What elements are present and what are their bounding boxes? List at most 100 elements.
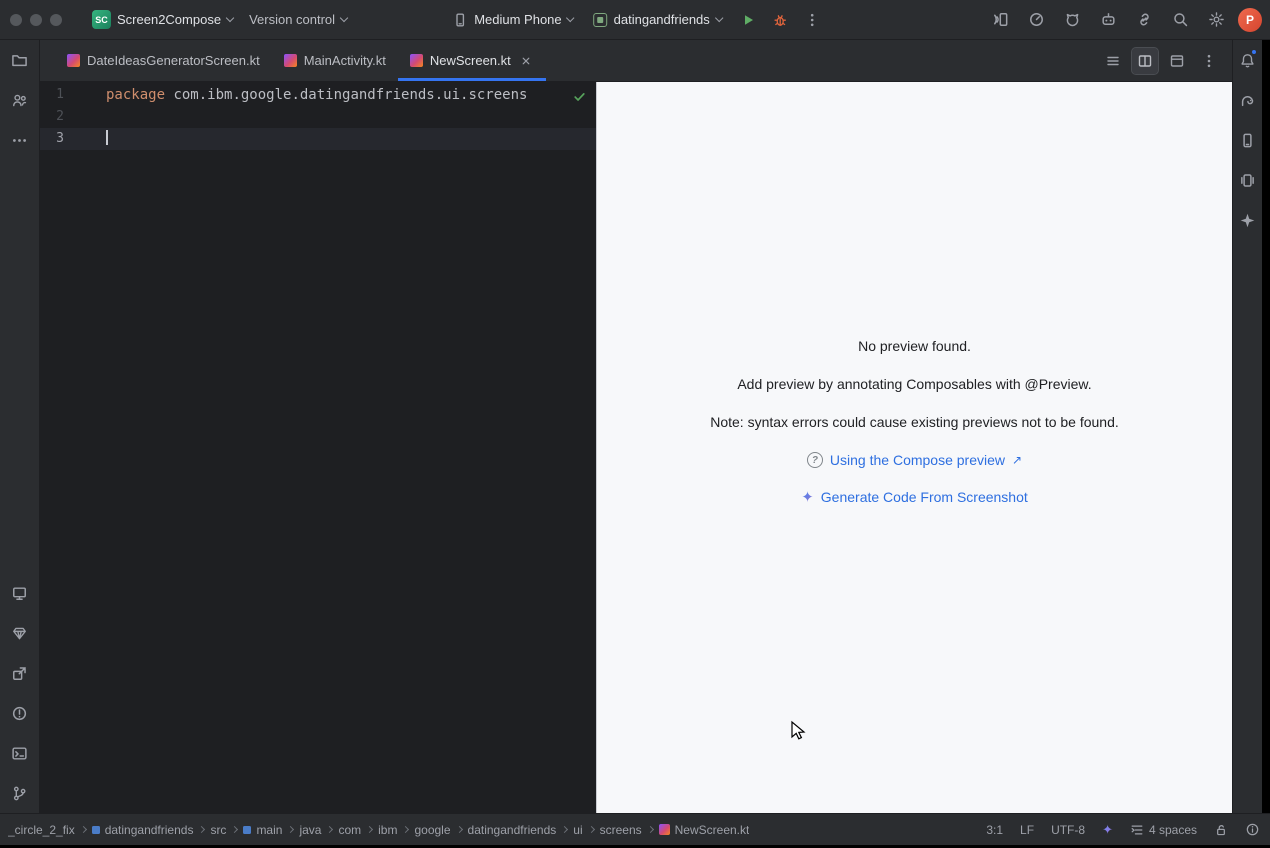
status-bar-widgets: 3:1 LF UTF-8 ✦ 4 spaces xyxy=(986,822,1260,838)
compose-preview-doc-link[interactable]: Using the Compose preview xyxy=(830,452,1005,468)
title-bar: SC Screen2Compose Version control Medium… xyxy=(0,0,1270,40)
compose-preview-panel: No preview found. Add preview by annotat… xyxy=(596,82,1232,813)
device-selector[interactable]: Medium Phone xyxy=(444,8,581,32)
run-config-label: datingandfriends xyxy=(614,12,710,27)
tab-label: DateIdeasGeneratorScreen.kt xyxy=(87,53,260,68)
breadcrumb-item[interactable]: datingandfriends xyxy=(92,823,194,837)
gemini-tool-button[interactable] xyxy=(1233,200,1263,240)
tab-newscreen[interactable]: NewScreen.kt xyxy=(398,40,546,81)
problems-icon xyxy=(11,705,28,722)
debug-button[interactable] xyxy=(766,6,794,34)
version-control-menu[interactable]: Version control xyxy=(241,8,355,31)
window-controls xyxy=(10,14,62,26)
breadcrumb-item[interactable]: java xyxy=(299,823,321,837)
line-separator-widget[interactable]: LF xyxy=(1020,823,1034,837)
git-branch-icon xyxy=(11,785,28,802)
breadcrumb-item[interactable]: ibm xyxy=(378,823,397,837)
search-everywhere-button[interactable] xyxy=(1166,6,1194,34)
view-design-button[interactable] xyxy=(1164,48,1190,74)
gem-icon xyxy=(11,625,28,642)
run-config-selector[interactable]: datingandfriends xyxy=(586,8,730,31)
device-manager-tool-button[interactable] xyxy=(1233,120,1263,160)
window-close-button[interactable] xyxy=(10,14,22,26)
studio-bot-button[interactable] xyxy=(1094,6,1122,34)
code-editor[interactable]: 1 package com.ibm.google.datingandfriend… xyxy=(40,82,596,813)
editor-line[interactable]: 1 package com.ibm.google.datingandfriend… xyxy=(40,84,596,106)
view-split-button[interactable] xyxy=(1132,48,1158,74)
breadcrumb: _circle_2_fix datingandfriends src main … xyxy=(8,823,749,837)
tab-mainactivity[interactable]: MainActivity.kt xyxy=(272,40,398,81)
app-quality-insights-tool-button[interactable] xyxy=(0,653,40,693)
more-run-actions-button[interactable] xyxy=(798,6,826,34)
breadcrumb-item[interactable]: screens xyxy=(600,823,642,837)
editor-line-caret[interactable]: 3 xyxy=(40,128,596,150)
tab-dateideasgeneratorscreen[interactable]: DateIdeasGeneratorScreen.kt xyxy=(55,40,272,81)
breadcrumb-item[interactable]: com xyxy=(338,823,361,837)
more-tool-windows-button[interactable] xyxy=(0,120,40,160)
window-zoom-button[interactable] xyxy=(50,14,62,26)
generate-code-from-screenshot-link[interactable]: Generate Code From Screenshot xyxy=(821,489,1028,505)
breadcrumb-item[interactable]: src xyxy=(210,823,226,837)
breadcrumb-separator-icon xyxy=(561,826,568,833)
pull-requests-tool-button[interactable] xyxy=(0,80,40,120)
breadcrumb-item[interactable]: google xyxy=(414,823,450,837)
editor-line[interactable]: 2 xyxy=(40,106,596,128)
status-info-widget[interactable] xyxy=(1245,822,1260,837)
chevron-down-icon xyxy=(340,14,348,22)
running-devices-tool-button[interactable] xyxy=(0,573,40,613)
external-link-icon: ↗ xyxy=(1012,453,1022,467)
notifications-button[interactable] xyxy=(1233,40,1263,80)
project-icon: SC xyxy=(92,10,111,29)
breadcrumb-item[interactable]: NewScreen.kt xyxy=(659,823,750,837)
version-control-label: Version control xyxy=(249,12,335,27)
user-avatar[interactable]: P xyxy=(1238,8,1262,32)
encoding-widget[interactable]: UTF-8 xyxy=(1051,823,1085,837)
breadcrumb-item[interactable]: ui xyxy=(573,823,582,837)
gradle-icon xyxy=(1239,92,1256,109)
link-icon xyxy=(1136,11,1153,28)
editor-options-button[interactable] xyxy=(1196,48,1222,74)
editor-tab-bar: DateIdeasGeneratorScreen.kt MainActivity… xyxy=(40,40,1232,82)
left-tool-window-bar xyxy=(0,40,40,813)
profiler-button[interactable] xyxy=(1022,6,1050,34)
dependencies-tool-button[interactable] xyxy=(0,613,40,653)
tab-close-button[interactable] xyxy=(518,53,534,69)
view-code-button[interactable] xyxy=(1100,48,1126,74)
problems-tool-button[interactable] xyxy=(0,693,40,733)
caret-position-widget[interactable]: 3:1 xyxy=(986,823,1003,837)
run-button[interactable] xyxy=(734,6,762,34)
split-view-icon xyxy=(1137,53,1153,69)
link-assistant-button[interactable] xyxy=(1130,6,1158,34)
terminal-tool-button[interactable] xyxy=(0,733,40,773)
breadcrumb-item[interactable]: datingandfriends xyxy=(468,823,557,837)
project-selector[interactable]: SC Screen2Compose xyxy=(84,6,241,33)
box-arrow-icon xyxy=(11,665,28,682)
bug-icon xyxy=(772,12,788,28)
scrollbar-strip[interactable] xyxy=(1262,40,1270,813)
project-tool-button[interactable] xyxy=(0,40,40,80)
chevron-down-icon xyxy=(715,14,723,22)
gradle-tool-button[interactable] xyxy=(1233,80,1263,120)
chevron-down-icon xyxy=(566,14,574,22)
write-access-widget[interactable] xyxy=(1214,823,1228,837)
indent-widget[interactable]: 4 spaces xyxy=(1130,823,1197,837)
breadcrumb-item[interactable]: main xyxy=(243,823,282,837)
ai-sparkle-icon[interactable]: ✦ xyxy=(1102,822,1113,838)
module-icon xyxy=(243,826,251,834)
logcat-button[interactable] xyxy=(1058,6,1086,34)
breadcrumb-item[interactable]: _circle_2_fix xyxy=(8,823,75,837)
version-control-tool-button[interactable] xyxy=(0,773,40,813)
settings-button[interactable] xyxy=(1202,6,1230,34)
emulator-icon xyxy=(1239,172,1256,189)
play-icon xyxy=(740,12,756,28)
breadcrumb-separator-icon xyxy=(198,826,205,833)
gemini-sparkle-icon xyxy=(1239,212,1256,229)
app-module-icon xyxy=(594,13,608,27)
more-vertical-icon xyxy=(1201,53,1217,69)
inspections-widget[interactable] xyxy=(572,89,587,104)
device-mirror-button[interactable] xyxy=(986,6,1014,34)
window-minimize-button[interactable] xyxy=(30,14,42,26)
design-view-icon xyxy=(1169,53,1185,69)
run-toolbar: Medium Phone datingandfriends xyxy=(444,6,826,34)
emulator-tool-button[interactable] xyxy=(1233,160,1263,200)
